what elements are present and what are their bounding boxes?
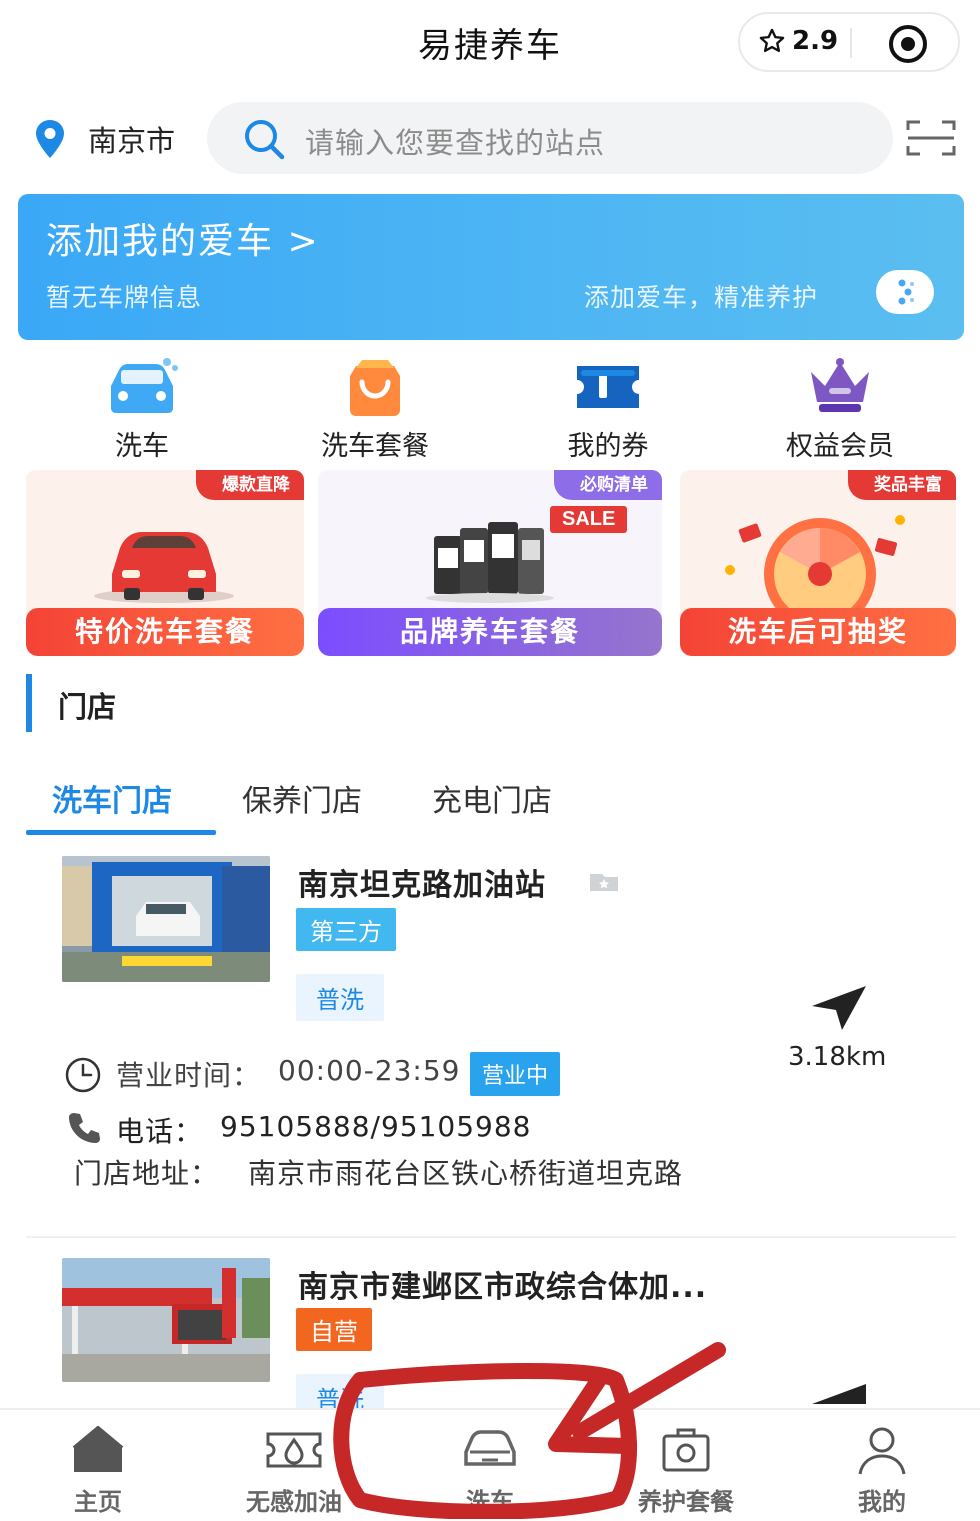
nav-fuel[interactable]: 无感加油 [196,1410,392,1521]
store-name[interactable]: 南京市建邺区市政综合体加... [298,1262,707,1306]
add-car-hint: 添加爱车，精准养护 [584,283,819,312]
service-chip: 普洗 [296,974,384,1021]
location-pin-icon[interactable] [32,118,68,160]
hours-value: 00:00-23:59 [278,1054,461,1087]
title-bar: 易捷养车 2.9 [0,0,980,90]
star-icon [759,28,785,53]
navigate-icon[interactable] [808,1382,868,1408]
tab-car-wash-stores[interactable]: 洗车门店 [52,776,172,820]
quick-membership[interactable]: 权益会员 [740,356,940,462]
home-icon [72,1426,124,1472]
add-car-button[interactable] [876,270,934,314]
promo-card-brand-package[interactable]: 必购清单 SALE 品牌养车套餐 [318,470,662,656]
section-marker [26,674,32,732]
promo-tag: 奖品丰富 [848,470,956,500]
favorite-star-icon[interactable] [586,868,622,894]
nav-profile[interactable]: 我的 [784,1410,980,1521]
quick-car-wash[interactable]: 洗车 [42,356,242,462]
tab-charging-stores[interactable]: 充电门店 [432,776,552,820]
store-type-badge: 第三方 [296,908,396,951]
search-icon [245,120,285,160]
promo-title: 品牌养车套餐 [318,608,662,656]
quick-label: 洗车套餐 [321,431,429,462]
store-divider [26,1236,956,1238]
quick-label: 权益会员 [786,431,894,462]
store-distance: 3.18km [788,1042,887,1072]
quick-label: 我的券 [567,431,649,462]
nav-maintenance[interactable]: 养护套餐 [588,1410,784,1521]
add-car-title: 添加我的爱车 > [46,221,320,262]
tab-maintenance-stores[interactable]: 保养门店 [242,776,362,820]
add-car-banner[interactable]: 添加我的爱车 > 暂无车牌信息 添加爱车，精准养护 [18,194,964,340]
quick-coupons[interactable]: 我的券 [508,356,708,462]
clock-icon [65,1057,101,1093]
active-tab-indicator [26,830,216,835]
nav-label: 养护套餐 [638,1488,734,1516]
section-title: 门店 [58,690,117,724]
nav-label: 无感加油 [246,1488,342,1516]
car-icon [464,1430,516,1466]
close-target-icon[interactable] [886,22,930,66]
store-type-badge: 自营 [296,1308,372,1351]
promo-title: 洗车后可抽奖 [680,608,956,656]
user-icon [858,1427,906,1475]
address-value: 南京市雨花台区铁心桥街道坦克路 [248,1157,684,1190]
promo-title: 特价洗车套餐 [26,608,304,656]
nav-label: 我的 [858,1488,906,1516]
mini-program-capsule: 2.9 [738,12,960,72]
hours-label: 营业时间： [116,1059,262,1092]
promo-card-lottery[interactable]: 奖品丰富 洗车后可抽奖 [680,470,956,656]
store-photo[interactable] [62,856,270,982]
address-label: 门店地址： [74,1157,220,1190]
camera-bag-icon [662,1428,710,1472]
rating-value: 2.9 [792,26,839,56]
promo-tag: 爆款直降 [196,470,304,500]
phone-value[interactable]: 95105888/95105988 [220,1110,531,1143]
rating-button[interactable]: 2.9 [758,26,838,56]
nav-label: 主页 [74,1488,122,1516]
nav-label: 洗车 [466,1488,514,1516]
search-placeholder: 请输入您要查找的站点 [305,126,606,160]
sale-badge: SALE [550,506,628,533]
crown-icon [811,358,869,412]
navigate-icon[interactable] [808,984,868,1032]
fuel-ticket-icon [266,1432,322,1468]
quick-label: 洗车 [115,431,169,462]
plate-info: 暂无车牌信息 [46,283,203,312]
capsule-divider [850,28,852,58]
shopping-bag-icon [350,360,400,416]
bottom-navigation: 主页 无感加油 洗车 养护套餐 我的 [0,1408,980,1521]
ticket-icon [577,366,639,408]
phone-label: 电话： [116,1115,204,1148]
city-selector[interactable]: 南京市 [88,118,175,160]
promo-tag: 必购清单 [554,470,662,500]
search-input[interactable]: 请输入您要查找的站点 [207,102,893,174]
dots-arrow-icon [898,279,914,305]
nav-car-wash[interactable]: 洗车 [392,1410,588,1521]
phone-icon [69,1113,100,1143]
promo-card-wash-deal[interactable]: 爆款直降 特价洗车套餐 [26,470,304,656]
store-name[interactable]: 南京坦克路加油站 [298,860,546,904]
open-status-badge: 营业中 [470,1052,561,1096]
nav-home[interactable]: 主页 [0,1410,196,1521]
store-photo[interactable] [62,1258,270,1382]
scan-icon[interactable] [906,118,956,158]
quick-wash-package[interactable]: 洗车套餐 [275,356,475,462]
car-wash-icon [111,358,178,413]
